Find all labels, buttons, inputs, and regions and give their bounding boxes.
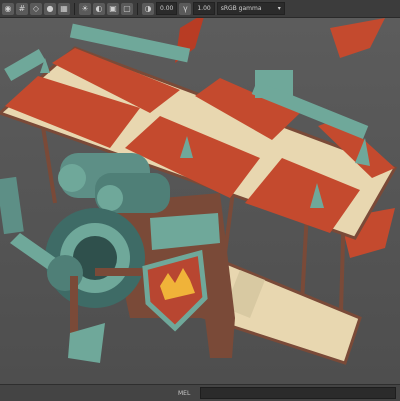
- toolbar-divider: [137, 2, 138, 15]
- biplane-render: [0, 18, 398, 365]
- isolate-icon[interactable]: ▢: [121, 2, 133, 15]
- command-input[interactable]: [200, 387, 396, 399]
- engine-cap: [97, 185, 123, 211]
- xray-icon[interactable]: ▣: [107, 2, 119, 15]
- light-icon[interactable]: ☀: [79, 2, 91, 15]
- tail-brace: [205, 318, 235, 358]
- exposure-field[interactable]: 0.00: [156, 2, 178, 15]
- gamma-field[interactable]: 1.00: [193, 2, 215, 15]
- command-language-label[interactable]: MEL: [178, 390, 200, 397]
- shaded-icon[interactable]: ●: [44, 2, 56, 15]
- wing-bracket: [4, 48, 46, 82]
- shadow-icon[interactable]: ◐: [93, 2, 105, 15]
- gamma-icon[interactable]: γ: [179, 2, 192, 15]
- colorspace-value: sRGB gamma: [220, 5, 262, 12]
- toolbar-divider: [74, 2, 75, 15]
- camera-icon[interactable]: ◉: [2, 2, 14, 15]
- viewport-toolbar: ◉ # ◇ ● ▦ ☀ ◐ ▣ ▢ ◑ 0.00 γ 1.00 sRGB gam…: [0, 0, 400, 18]
- exposure-icon[interactable]: ◑: [142, 2, 154, 15]
- command-line: MEL: [0, 384, 400, 401]
- propeller-tip: [0, 176, 24, 235]
- landing-strut: [70, 276, 78, 336]
- engine-cap: [58, 164, 86, 192]
- texture-icon[interactable]: ▦: [58, 2, 70, 15]
- 3d-viewport[interactable]: [0, 18, 400, 384]
- maya-viewport-window: ◉ # ◇ ● ▦ ☀ ◐ ▣ ▢ ◑ 0.00 γ 1.00 sRGB gam…: [0, 0, 400, 401]
- grid-icon[interactable]: #: [16, 2, 28, 15]
- wireframe-icon[interactable]: ◇: [30, 2, 42, 15]
- chevron-down-icon: ▾: [277, 5, 281, 12]
- pennant-flag: [330, 18, 385, 58]
- colorspace-select[interactable]: sRGB gamma ▾: [216, 2, 285, 15]
